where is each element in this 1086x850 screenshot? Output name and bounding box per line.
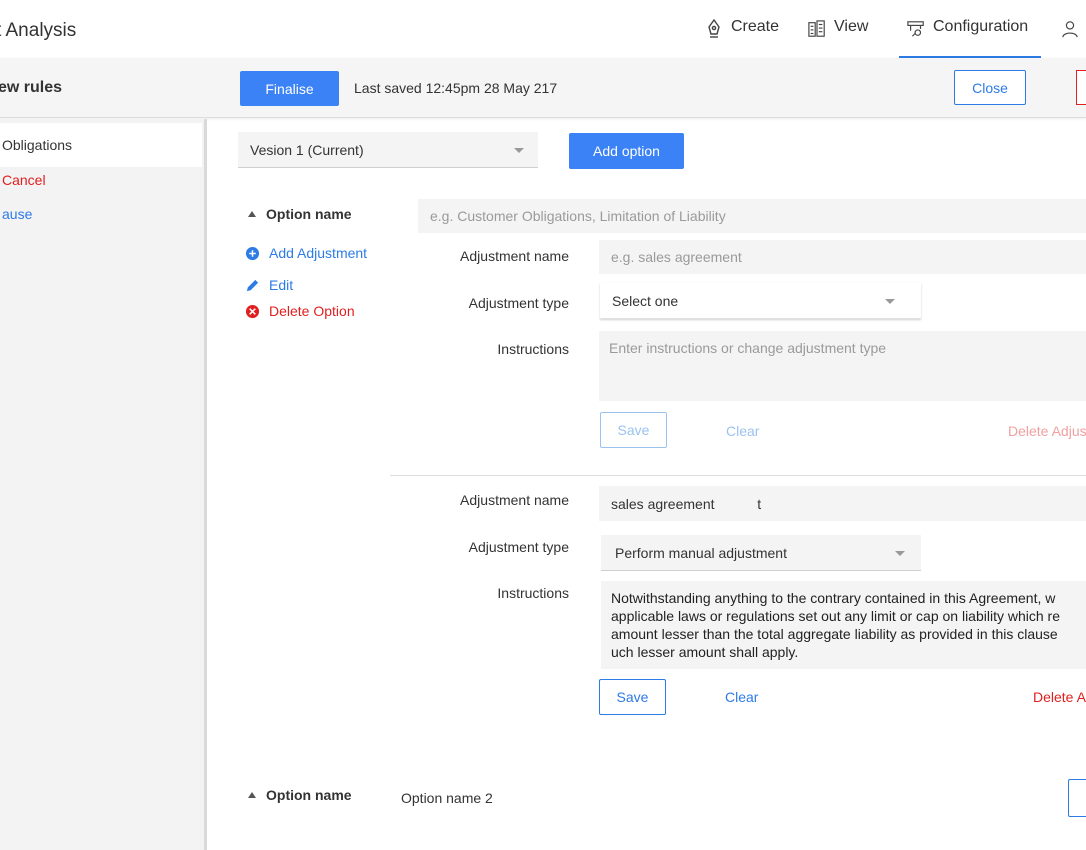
adjustment-name-input[interactable]: e.g. sales agreement (599, 240, 1086, 274)
top-navigation-bar: t Analysis Create View Configuration (0, 0, 1086, 60)
last-saved-status: Last saved 12:45pm 28 May 217 (354, 80, 558, 96)
user-icon (1062, 21, 1078, 38)
chevron-down-icon (895, 550, 905, 556)
delete-adjustment-button[interactable]: Delete Adjus (1008, 423, 1086, 439)
chevron-down-icon (514, 147, 524, 153)
adjustment-type-value: Perform manual adjustment (615, 544, 787, 561)
option-1-heading: Option name (266, 206, 352, 222)
collapse-triangle-icon (248, 792, 256, 798)
nav-view-label: View (834, 18, 869, 35)
adjustment-type-select[interactable]: Select one (600, 283, 921, 319)
add-option-button[interactable]: Add option (569, 133, 684, 169)
clear-button[interactable]: Clear (725, 689, 758, 705)
option-2-name: Option name 2 (401, 790, 493, 806)
option-2-toggle[interactable]: Option name (248, 787, 352, 803)
delete-adjustment-button[interactable]: Delete A (1033, 689, 1086, 705)
page-title: ew rules (0, 79, 63, 96)
close-button[interactable]: Close (954, 70, 1026, 105)
clear-button[interactable]: Clear (726, 423, 759, 439)
finalise-button[interactable]: Finalise (240, 71, 339, 106)
clause-sidebar: Obligations Cancel ause (0, 119, 204, 850)
delete-button-partial[interactable] (1076, 70, 1086, 105)
option-name-input[interactable]: e.g. Customer Obligations, Limitation of… (418, 199, 1086, 233)
pencil-icon (246, 279, 259, 291)
adjustment-type-value: Select one (612, 292, 679, 309)
sidebar-item-obligations[interactable]: Obligations (0, 123, 202, 167)
instructions-label: Instructions (497, 585, 569, 601)
nav-create[interactable]: Create (705, 18, 779, 60)
save-button[interactable]: Save (599, 679, 666, 715)
adjustment-name-input[interactable]: sales agreement t (599, 486, 1086, 521)
sidebar-divider (204, 119, 207, 850)
save-button[interactable]: Save (600, 412, 667, 448)
close-circle-icon (245, 304, 260, 318)
delete-option-label: Delete Option (269, 303, 355, 319)
instructions-label: Instructions (497, 341, 569, 357)
adjustment-name-label: Adjustment name (460, 248, 569, 264)
app-title: t Analysis (0, 20, 77, 41)
adjustment-name-label: Adjustment name (460, 492, 569, 508)
chevron-down-icon (885, 298, 895, 304)
edit-option-button[interactable]: Edit (245, 277, 293, 293)
plus-circle-icon (245, 246, 260, 260)
nav-configuration[interactable]: Configuration (899, 18, 1041, 60)
instructions-textarea[interactable]: Enter instructions or change adjustment … (599, 331, 1086, 401)
nav-configuration-label: Configuration (933, 18, 1029, 35)
version-select[interactable]: Vesion 1 (Current) (238, 132, 538, 168)
collapse-triangle-icon (248, 211, 256, 217)
option-1-toggle[interactable]: Option name (248, 206, 352, 222)
user-menu[interactable] (1061, 18, 1079, 60)
nav-view[interactable]: View (808, 18, 868, 60)
nav-create-label: Create (731, 18, 780, 35)
adjustment-type-select[interactable]: Perform manual adjustment (601, 535, 921, 571)
sidebar-clause-link[interactable]: ause (2, 206, 32, 222)
option-2-heading: Option name (266, 787, 352, 803)
add-adjustment-button[interactable]: Add Adjustment (245, 245, 367, 261)
pen-nib-icon (708, 19, 720, 38)
adjustment-divider (390, 475, 1086, 476)
buildings-icon (808, 20, 825, 37)
edit-label: Edit (269, 277, 294, 293)
adjustment-type-label: Adjustment type (468, 539, 569, 555)
delete-option-button[interactable]: Delete Option (245, 303, 355, 319)
rules-toolbar: ew rules Finalise Last saved 12:45pm 28 … (0, 58, 1086, 118)
add-adjustment-label: Add Adjustment (269, 245, 368, 261)
version-select-value: Vesion 1 (Current) (250, 141, 364, 158)
instructions-textarea[interactable]: Notwithstanding anything to the contrary… (601, 581, 1086, 669)
sidebar-cancel-link[interactable]: Cancel (2, 172, 46, 188)
option-2-action-button-partial[interactable] (1068, 779, 1086, 817)
adjustment-type-label: Adjustment type (468, 295, 569, 311)
configuration-icon (907, 21, 924, 37)
